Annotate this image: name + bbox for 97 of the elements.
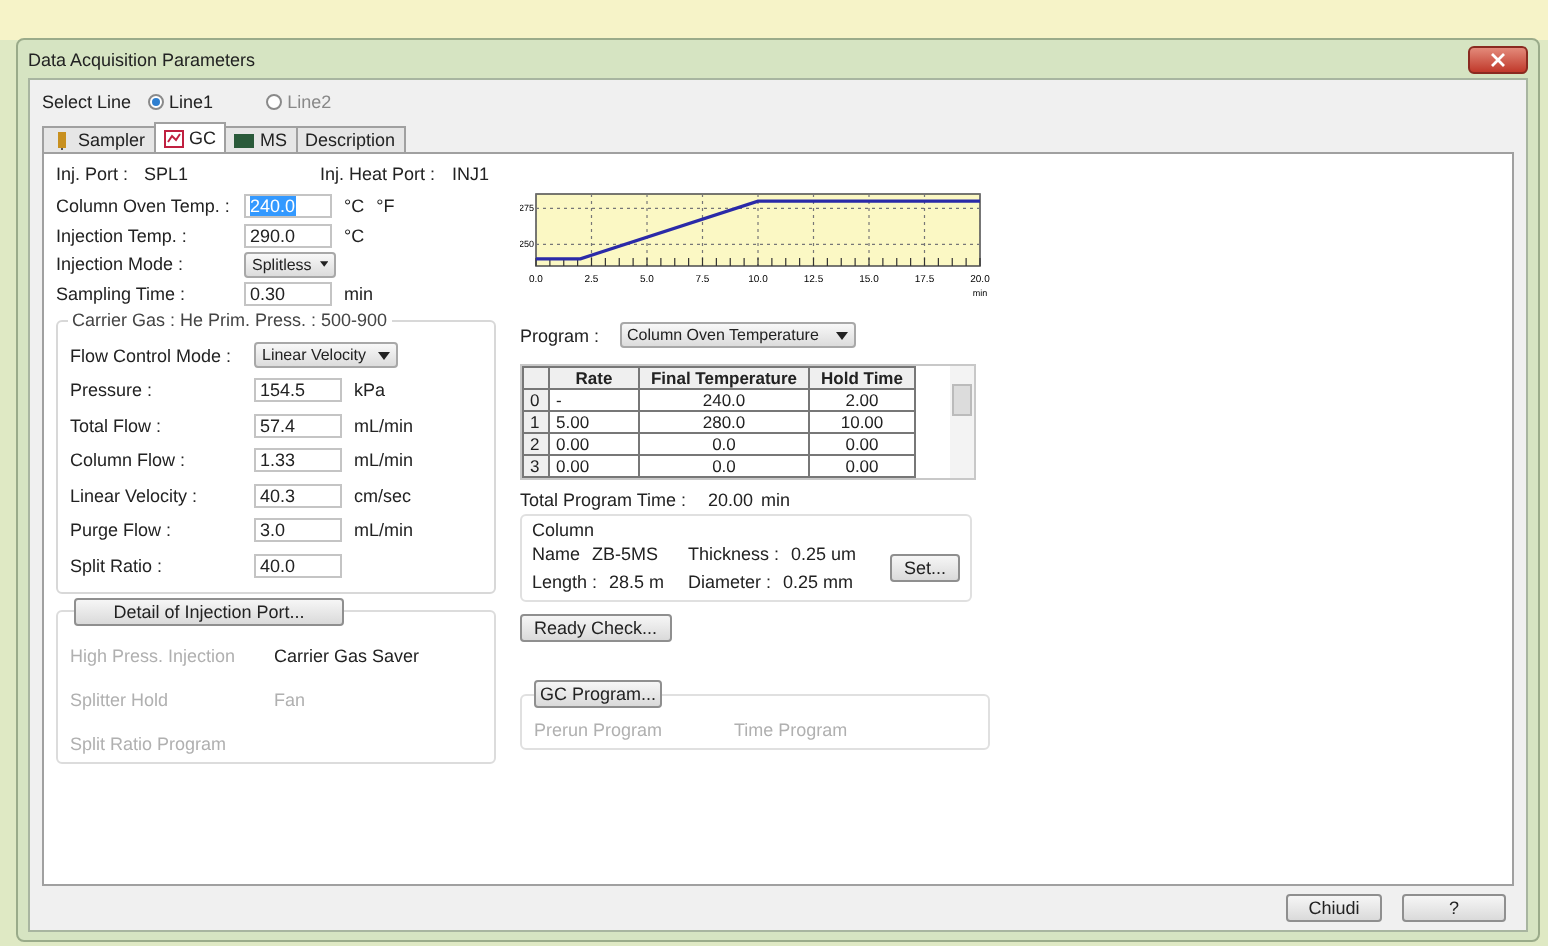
field-label: Column Flow : [70, 450, 188, 471]
dropdown[interactable]: Splitless [244, 251, 336, 278]
gc-program-button[interactable]: GC Program... [534, 680, 662, 708]
ready-check-button[interactable]: Ready Check... [520, 614, 672, 642]
field-value: 20.00 [708, 490, 754, 510]
field-value: 0.25 mm [783, 572, 854, 592]
dropdown[interactable]: Column Oven Temperature [619, 322, 856, 348]
row-header: 1 [523, 411, 549, 433]
table-cell[interactable]: 0.00 [809, 433, 915, 455]
table-cell[interactable]: 2.00 [809, 389, 915, 411]
input-field[interactable]: 57.4 [254, 413, 342, 438]
table-cell[interactable]: 0.0 [639, 455, 809, 477]
unit-label: kPa [354, 380, 386, 401]
field-label: Pressure : [70, 380, 155, 401]
close-button[interactable] [1468, 45, 1528, 73]
dialog-button[interactable]: Chiudi [1286, 894, 1382, 922]
scrollbar[interactable] [950, 366, 974, 478]
unit-label: mL/min [354, 415, 414, 436]
field-label: Inj. Heat Port : [320, 164, 438, 184]
unit-label: mL/min [354, 520, 414, 541]
table-cell[interactable]: 280.0 [639, 411, 809, 433]
field-label: Linear Velocity : [70, 485, 200, 506]
field-value: SPL1 [144, 164, 191, 184]
input-field[interactable]: 1.33 [254, 448, 342, 473]
table-cell[interactable]: 0.00 [549, 455, 639, 477]
field-label: Column Oven Temp. : [56, 196, 232, 217]
field-label: Flow Control Mode : [70, 345, 234, 366]
unit-label: min [761, 490, 791, 510]
caret-icon [319, 260, 328, 269]
input-field[interactable]: 40.3 [254, 483, 342, 508]
field-label: Diameter : [688, 572, 772, 592]
table-cell[interactable]: 0.0 [639, 433, 809, 455]
field-label: Name [532, 544, 581, 564]
column-header: Rate [549, 367, 639, 389]
row-header: 2 [523, 433, 549, 455]
detail-button[interactable]: Detail of Injection Port... [74, 597, 344, 625]
close-icon [1490, 51, 1506, 67]
field-label: Program : [520, 325, 600, 345]
syringe-icon [52, 131, 72, 149]
unit-label: °C [344, 225, 365, 246]
input-field[interactable]: 154.5 [254, 378, 342, 403]
option-label: High Press. Injection [70, 645, 238, 665]
input-field[interactable]: 290.0 [244, 223, 332, 248]
group-legend: Column [532, 520, 595, 540]
tab[interactable]: Description [295, 126, 406, 152]
table-cell[interactable]: 0.00 [809, 455, 915, 477]
table-cell[interactable]: 5.00 [549, 411, 639, 433]
unit-label: °C [344, 196, 365, 217]
option-label: Prerun Program [534, 720, 665, 740]
field-value: INJ1 [452, 164, 490, 184]
field-label: Total Program Time : [520, 490, 689, 510]
window-title: Data Acquisition Parameters [28, 49, 256, 69]
field-label: Inj. Port : [56, 164, 131, 184]
option-label: Fan [274, 689, 308, 709]
table-cell[interactable]: 240.0 [639, 389, 809, 411]
radio-button[interactable]: Line1 [147, 92, 214, 112]
field-label: Split Ratio : [70, 555, 165, 576]
option-label: Carrier Gas Saver [274, 645, 422, 665]
select-line-label: Select Line [42, 92, 132, 112]
block-icon [234, 131, 255, 149]
unit-label: mL/min [354, 450, 414, 471]
field-label: Length : [532, 572, 598, 592]
column-header: Hold Time [809, 367, 915, 389]
field-value: ZB-5MS [592, 544, 659, 564]
table-cell[interactable]: 10.00 [809, 411, 915, 433]
group-legend: Carrier Gas : He Prim. Press. : 500-900 [68, 310, 392, 330]
field-label: Injection Temp. : [56, 225, 189, 246]
oven-icon [163, 129, 184, 147]
tab[interactable]: GC [153, 122, 227, 152]
tab[interactable]: Sampler [42, 126, 156, 152]
column-header: Final Temperature [639, 367, 809, 389]
field-value: 28.5 m [609, 572, 665, 592]
dropdown[interactable]: Linear Velocity [254, 342, 398, 369]
field-label: Total Flow : [70, 415, 164, 436]
field-label: Sampling Time : [56, 283, 188, 304]
caret-icon [378, 351, 390, 360]
input-field[interactable]: 0.30 [244, 281, 332, 306]
row-header: 3 [523, 455, 549, 477]
tab[interactable]: MS [224, 126, 298, 152]
field-value: 0.25 um [791, 544, 857, 564]
option-label: Time Program [734, 720, 850, 740]
set-button[interactable]: Set... [889, 554, 960, 582]
input-field[interactable]: 3.0 [254, 518, 342, 543]
caret-icon [835, 331, 848, 339]
unit-label: °F [376, 196, 395, 217]
field-label: Thickness : [688, 544, 780, 564]
dialog-button[interactable]: ? [1402, 894, 1506, 922]
table-cell[interactable]: - [549, 389, 639, 411]
row-header: 0 [523, 389, 549, 411]
unit-label: min [344, 283, 374, 304]
option-label: Splitter Hold [70, 689, 171, 709]
input-field[interactable]: 40.0 [254, 553, 342, 578]
unit-label: cm/sec [354, 485, 412, 506]
field-label: Injection Mode : [56, 254, 186, 275]
table-cell[interactable]: 0.00 [549, 433, 639, 455]
option-label: Split Ratio Program [70, 733, 229, 753]
field-label: Purge Flow : [70, 520, 174, 541]
